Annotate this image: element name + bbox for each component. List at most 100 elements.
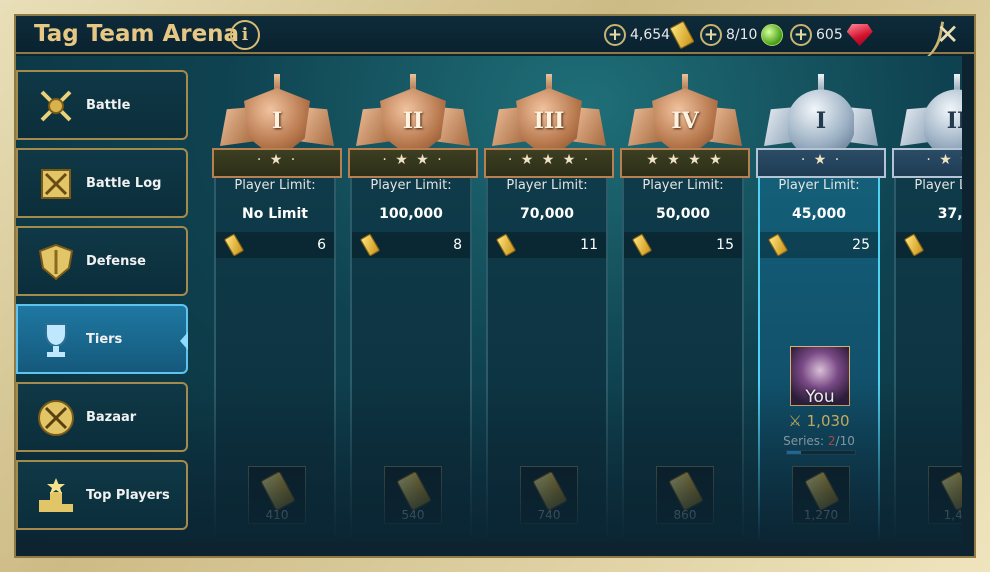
player-limit-value: 50,000 bbox=[655, 206, 711, 222]
sidebar-item-label: Tiers bbox=[86, 331, 123, 347]
reward-row: 15 bbox=[624, 232, 742, 258]
player-rating: ⚔ 1,030 bbox=[760, 412, 878, 430]
chest-value: 540 bbox=[401, 508, 425, 522]
tier-chest[interactable]: 410 bbox=[248, 466, 306, 524]
gold-bar-icon bbox=[804, 470, 840, 512]
resource-energy: + 8/10 bbox=[700, 23, 784, 47]
sidebar-item-label: Battle Log bbox=[86, 175, 162, 191]
tier-badge: II · ★ ★ · bbox=[892, 74, 962, 182]
series-progress-bar bbox=[786, 450, 856, 455]
reward-value: 15 bbox=[716, 237, 734, 253]
tier-stars: ★ ★ ★ ★ bbox=[646, 152, 724, 168]
reward-row: 25 bbox=[760, 232, 878, 258]
rating-value: 1,030 bbox=[806, 412, 850, 430]
player-limit-value: 37,5 bbox=[937, 206, 962, 222]
tier-chest[interactable]: 740 bbox=[520, 466, 578, 524]
tier-chest[interactable]: 1,43 bbox=[928, 466, 962, 524]
add-gold-button[interactable]: + bbox=[604, 24, 626, 46]
sidebar-item-label: Defense bbox=[86, 253, 146, 269]
add-ruby-button[interactable]: + bbox=[790, 24, 812, 46]
reward-value: 25 bbox=[852, 237, 870, 253]
chest-value: 1,43 bbox=[943, 508, 962, 522]
tier-chest[interactable]: 1,270 bbox=[792, 466, 850, 524]
energy-orb-icon bbox=[761, 24, 784, 46]
gold-bar-icon bbox=[359, 233, 381, 257]
gold-bar-icon bbox=[767, 233, 789, 257]
tier-card-silver-2[interactable]: II · ★ ★ · Player Limit: 37,5 1,43 bbox=[892, 74, 962, 542]
gold-bar-icon bbox=[495, 233, 517, 257]
trophy-icon bbox=[45, 323, 67, 357]
player-limit-value: 45,000 bbox=[791, 206, 847, 222]
tier-card-bronze-2[interactable]: II · ★ ★ · Player Limit: 100,000 8 540 bbox=[348, 74, 478, 542]
gold-bar-icon bbox=[532, 470, 568, 512]
sidebar-item-bazaar[interactable]: Bazaar bbox=[16, 382, 188, 452]
tier-stars: · ★ ★ · bbox=[926, 152, 962, 168]
gold-bar-icon bbox=[668, 470, 704, 512]
info-icon[interactable]: i bbox=[230, 20, 260, 50]
tier-card-silver-1[interactable]: I · ★ · Player Limit: 45,000 25 You ⚔ 1,… bbox=[756, 74, 886, 542]
resource-ruby: + 605 bbox=[790, 23, 873, 47]
active-indicator bbox=[180, 332, 188, 350]
sidebar-item-label: Battle bbox=[86, 97, 131, 113]
add-energy-button[interactable]: + bbox=[700, 24, 722, 46]
player-avatar[interactable]: You bbox=[790, 346, 850, 407]
ruby-icon bbox=[846, 24, 873, 46]
reward-row bbox=[896, 232, 962, 258]
series-prefix: Series: bbox=[783, 434, 828, 448]
sidebar-item-defense[interactable]: Defense bbox=[16, 226, 188, 296]
tier-numeral: I bbox=[271, 108, 283, 134]
tier-stars: · ★ ★ ★ · bbox=[507, 152, 591, 168]
gold-bar-icon bbox=[940, 470, 962, 512]
tier-badge: IV ★ ★ ★ ★ bbox=[620, 74, 750, 182]
player-limit-label: Player Limit: bbox=[506, 178, 588, 193]
gold-bar-icon bbox=[260, 470, 296, 512]
tier-badge: I · ★ · bbox=[756, 74, 886, 182]
chest-value: 860 bbox=[673, 508, 697, 522]
shield-icon bbox=[38, 243, 74, 281]
main-content: Battle Battle Log Defense Tiers Bazaar T… bbox=[16, 56, 962, 542]
reward-value: 8 bbox=[453, 237, 462, 253]
tier-numeral: IV bbox=[671, 108, 699, 134]
sidebar-item-tiers[interactable]: Tiers bbox=[16, 304, 188, 374]
series-wins: 2 bbox=[827, 434, 836, 448]
sidebar: Battle Battle Log Defense Tiers Bazaar T… bbox=[16, 70, 188, 538]
crossed-swords-icon bbox=[38, 400, 74, 436]
chest-value: 740 bbox=[537, 508, 561, 522]
player-limit-value: 70,000 bbox=[519, 206, 575, 222]
tier-chest[interactable]: 860 bbox=[656, 466, 714, 524]
tier-numeral: II bbox=[946, 108, 962, 134]
player-limit-label: Player Limit: bbox=[234, 178, 316, 193]
tier-stars: · ★ ★ · bbox=[382, 152, 444, 168]
player-limit-label: Player Limit: bbox=[778, 178, 860, 193]
sidebar-item-battle-log[interactable]: Battle Log bbox=[16, 148, 188, 218]
podium-icon bbox=[39, 478, 73, 512]
crossed-swords-icon: ⚔ bbox=[788, 412, 802, 430]
sidebar-item-battle[interactable]: Battle bbox=[16, 70, 188, 140]
title-bar: Tag Team Arena i + 4,654 + 8/10 + 605 ✕ bbox=[16, 14, 974, 74]
tier-card-bronze-4[interactable]: IV ★ ★ ★ ★ Player Limit: 50,000 15 860 bbox=[620, 74, 750, 542]
player-limit-label: Player Limit: bbox=[370, 178, 452, 193]
gold-bar-icon bbox=[903, 233, 925, 257]
tier-chest[interactable]: 540 bbox=[384, 466, 442, 524]
player-limit-label: Player Limit: bbox=[914, 178, 962, 193]
ruby-amount: 605 bbox=[816, 27, 843, 43]
player-limit-value: No Limit bbox=[241, 206, 308, 222]
series-total: /10 bbox=[835, 434, 855, 448]
tier-badge: II · ★ ★ · bbox=[348, 74, 478, 182]
tier-stars: · ★ · bbox=[256, 152, 298, 168]
tier-card-bronze-1[interactable]: I · ★ · Player Limit: No Limit 6 410 bbox=[212, 74, 342, 542]
close-icon[interactable]: ✕ bbox=[936, 18, 959, 51]
scroll-icon bbox=[41, 169, 71, 199]
page-title: Tag Team Arena bbox=[34, 21, 240, 47]
sidebar-item-top-players[interactable]: Top Players bbox=[16, 460, 188, 530]
reward-value: 11 bbox=[580, 237, 598, 253]
player-label: You bbox=[805, 387, 835, 407]
reward-row: 8 bbox=[352, 232, 470, 258]
tier-badge: I · ★ · bbox=[212, 74, 342, 182]
gold-bar-icon bbox=[223, 233, 245, 257]
gold-amount: 4,654 bbox=[630, 27, 671, 43]
tier-card-bronze-3[interactable]: III · ★ ★ ★ · Player Limit: 70,000 11 74… bbox=[484, 74, 614, 542]
player-series: Series: 2/10 bbox=[760, 434, 878, 448]
crossed-axes-icon bbox=[40, 90, 72, 122]
energy-amount: 8/10 bbox=[726, 27, 758, 43]
